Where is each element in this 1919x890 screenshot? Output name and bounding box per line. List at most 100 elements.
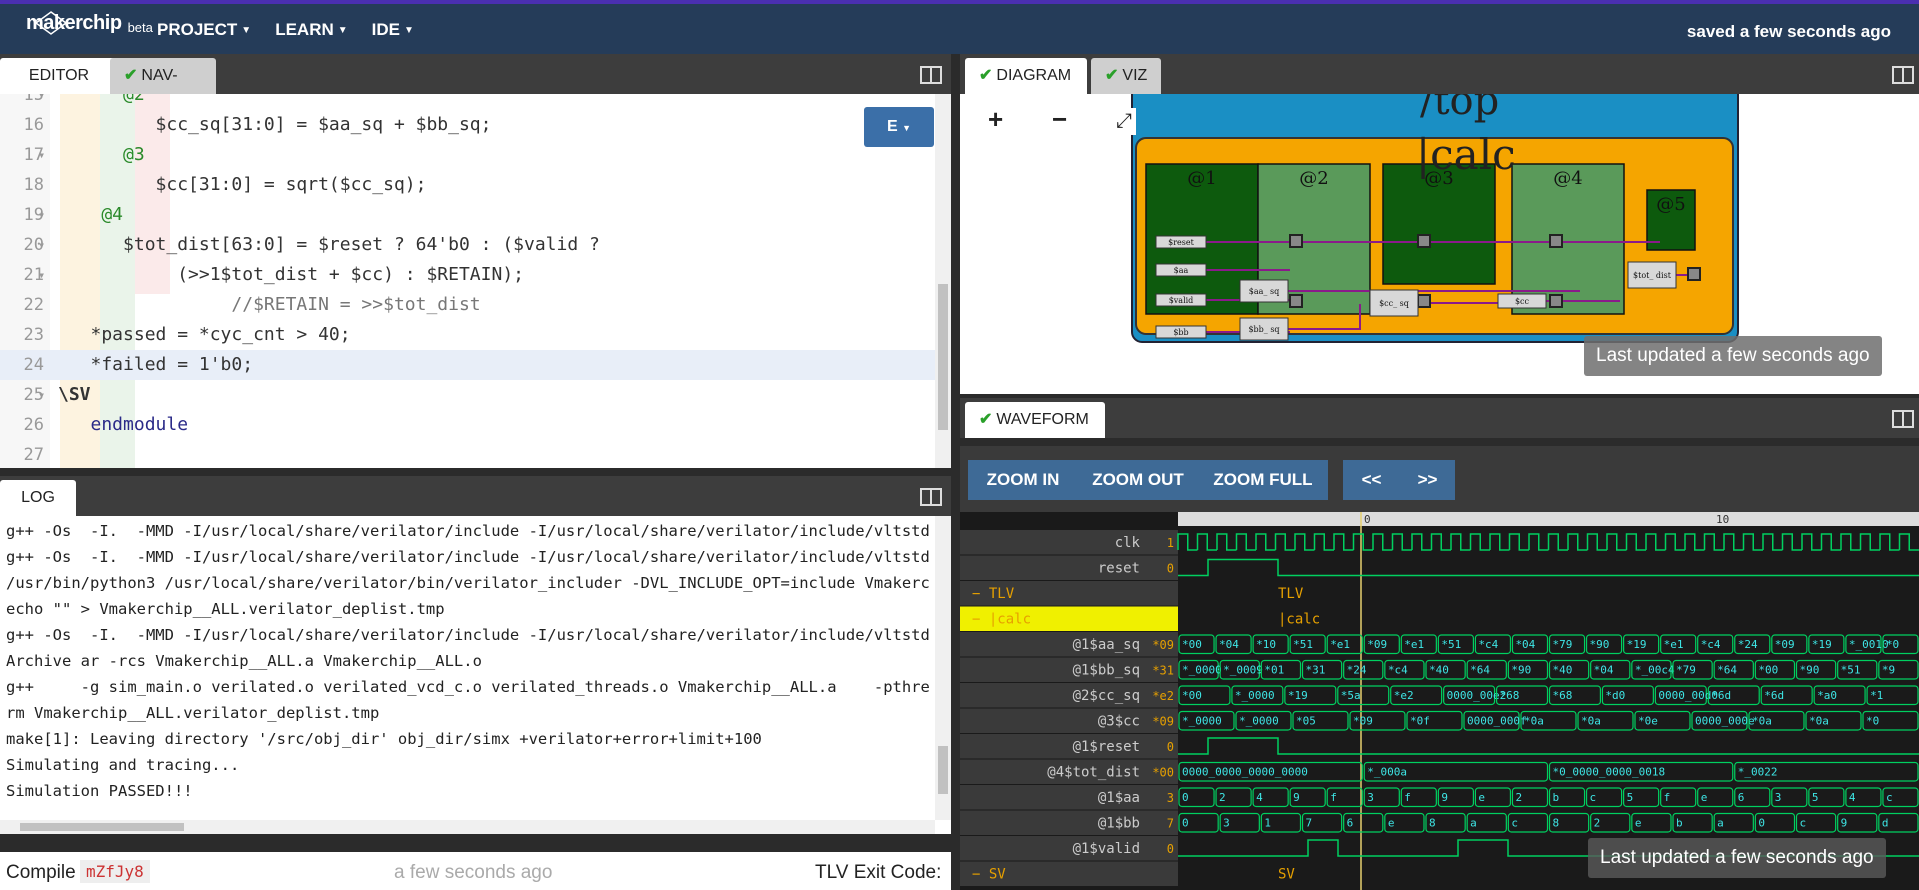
bus-value: 8 <box>1429 817 1436 830</box>
chevron-down-icon: ▼ <box>337 25 348 37</box>
signal-value: *09 <box>1152 715 1174 729</box>
tab-nav-tlv[interactable]: ✔NAV-TLV <box>110 58 216 120</box>
tab-log[interactable]: LOG <box>0 480 76 516</box>
menu-learn[interactable]: LEARN ▼ <box>275 20 347 40</box>
bus-value: *e2 <box>1394 689 1414 702</box>
log-hscroll-thumb[interactable] <box>20 823 184 831</box>
signal-row[interactable] <box>960 530 1178 555</box>
fold-arrow-icon[interactable]: ▾ <box>38 140 45 170</box>
bus-value: 0 <box>1182 817 1189 830</box>
signal-row[interactable] <box>960 708 1178 734</box>
makerchip-logo[interactable]: makerchip beta <box>26 11 153 35</box>
bus-value: 9 <box>1293 791 1300 804</box>
bus-value: *51 <box>1841 664 1861 677</box>
line-number: 16 <box>23 115 44 135</box>
code-line[interactable]: 26 endmodule <box>0 410 935 440</box>
bus-value: d <box>1882 817 1889 830</box>
bus-value: 0000_00d0 <box>1658 689 1718 702</box>
zoom-out-wave-button[interactable]: ZOOM OUT <box>1078 460 1198 500</box>
tab-diagram[interactable]: ✔ DIAGRAM <box>965 58 1087 94</box>
tab-editor[interactable]: EDITOR <box>0 58 118 94</box>
fold-arrow-icon[interactable]: ▾ <box>38 200 45 230</box>
code-line[interactable]: 27 <box>0 440 935 468</box>
compile-id-badge[interactable]: mZfJy8 <box>80 860 150 883</box>
log-scrollbar[interactable] <box>935 516 951 820</box>
bus-value: 3 <box>1367 791 1374 804</box>
signal-name: @1$aa <box>1098 790 1140 806</box>
split-layout-icon[interactable] <box>1892 410 1914 428</box>
bus-value: *51 <box>1441 638 1461 651</box>
signal-row[interactable] <box>960 555 1178 581</box>
signal-label: $aa_ sq <box>1249 287 1279 296</box>
code-text: @2 <box>58 94 145 105</box>
line-number: 26 <box>23 415 44 435</box>
zoom-full-button[interactable]: ZOOM FULL <box>1198 460 1328 500</box>
zoom-in-button[interactable]: + <box>988 104 1003 135</box>
fold-arrow-icon[interactable]: ▾ <box>38 380 45 410</box>
bus-value: *6d <box>1764 689 1784 702</box>
signal-row[interactable] <box>960 734 1178 759</box>
signal-row[interactable] <box>960 632 1178 657</box>
waveform-tabbar: ✔ WAVEFORM <box>960 398 1919 438</box>
code-line[interactable]: 22 //$RETAIN = >>$tot_dist <box>0 290 935 320</box>
code-text: //$RETAIN = >>$tot_dist <box>58 294 481 315</box>
code-line[interactable]: 18 $cc[31:0] = sqrt($cc_sq); <box>0 170 935 200</box>
tab-viz[interactable]: ✔ VIZ <box>1091 58 1161 94</box>
code-line[interactable]: 19 ▾ @4 <box>0 200 935 230</box>
signal-name: @1$reset <box>1073 739 1140 755</box>
fit-view-button[interactable]: ⤢ <box>1112 108 1136 135</box>
tab-waveform[interactable]: ✔ WAVEFORM <box>965 402 1105 438</box>
nav-prev-button[interactable]: << <box>1343 460 1400 500</box>
code-line[interactable]: 25 ▾ \SV <box>0 380 935 410</box>
code-editor[interactable]: 15 ▾ @2 16 $cc_sq[31:0] = $aa_sq + $bb_sq;… <box>0 94 951 468</box>
log-scrollbar-thumb[interactable] <box>938 746 948 794</box>
bus-value: *5a <box>1341 689 1361 702</box>
bus-value: 0000_00e2 <box>1447 689 1507 702</box>
zoom-out-button[interactable]: − <box>1052 104 1067 135</box>
split-layout-icon[interactable] <box>920 66 942 84</box>
log-line: rm Vmakerchip__ALL.verilator_deplist.tmp <box>6 704 380 722</box>
signal-name: @1$bb_sq <box>1073 663 1140 679</box>
signal-row[interactable] <box>960 785 1178 810</box>
fold-arrow-icon[interactable]: ▾ <box>38 260 45 290</box>
signal-row[interactable] <box>960 683 1178 708</box>
menu-ide[interactable]: IDE ▼ <box>372 20 414 40</box>
waveform-updated-toast: Last updated a few seconds ago <box>1588 838 1886 878</box>
editor-scrollbar-thumb[interactable] <box>938 284 948 430</box>
code-line[interactable]: 15 ▾ @2 <box>0 94 935 110</box>
signal-row[interactable] <box>960 836 1178 861</box>
signal-name: − TLV <box>972 586 1015 602</box>
fold-arrow-icon[interactable]: ▾ <box>38 230 45 260</box>
ruler-tick-label: 10 <box>1716 513 1729 526</box>
code-line[interactable]: 21 ▾ (>>1$tot_dist + $cc) : $RETAIN); <box>0 260 935 290</box>
line-number: 22 <box>23 295 44 315</box>
log-horizontal-scrollbar[interactable] <box>0 820 935 834</box>
editor-scrollbar[interactable] <box>935 94 951 468</box>
log-tabbar: LOG <box>0 476 951 516</box>
nav-next-button[interactable]: >> <box>1400 460 1455 500</box>
zoom-in-wave-button[interactable]: ZOOM IN <box>968 460 1078 500</box>
code-line[interactable]: 17 ▾ @3 <box>0 140 935 170</box>
bus-value: c <box>1886 791 1893 804</box>
waveform-traces[interactable]: 0 10clk 1reset 0− TLV− |calc@1$aa_sq *09@1$b… <box>960 512 1919 890</box>
code-line[interactable]: 20 ▾ $tot_dist[63:0] = $reset ? 64'b0 : (… <box>0 230 935 260</box>
log-line: Simulation PASSED!!! <box>6 782 193 800</box>
bus-value: *1 <box>1870 689 1883 702</box>
log-line: Archive ar -rcs Vmakerchip__ALL.a Vmaker… <box>6 652 482 670</box>
signal-row[interactable] <box>960 810 1178 836</box>
flop-register <box>1687 267 1701 281</box>
flop-register <box>1417 234 1431 248</box>
bus-value: a <box>1717 817 1724 830</box>
code-line[interactable]: 23 *passed = *cyc_cnt > 40; <box>0 320 935 350</box>
signal-row[interactable] <box>960 657 1178 683</box>
split-layout-icon[interactable] <box>1892 66 1914 84</box>
menu-project[interactable]: PROJECT ▼ <box>157 20 251 40</box>
bus-value: c <box>1800 817 1807 830</box>
bus-value: 6 <box>1738 791 1745 804</box>
split-layout-icon[interactable] <box>920 488 942 506</box>
code-line[interactable]: 24 *failed = 1'b0; <box>0 350 935 380</box>
signal-name: @1$aa_sq <box>1073 637 1140 653</box>
fold-arrow-icon[interactable]: ▾ <box>38 94 45 110</box>
e-dropdown-button[interactable]: E ▼ <box>864 107 934 147</box>
code-line[interactable]: 16 $cc_sq[31:0] = $aa_sq + $bb_sq; <box>0 110 935 140</box>
